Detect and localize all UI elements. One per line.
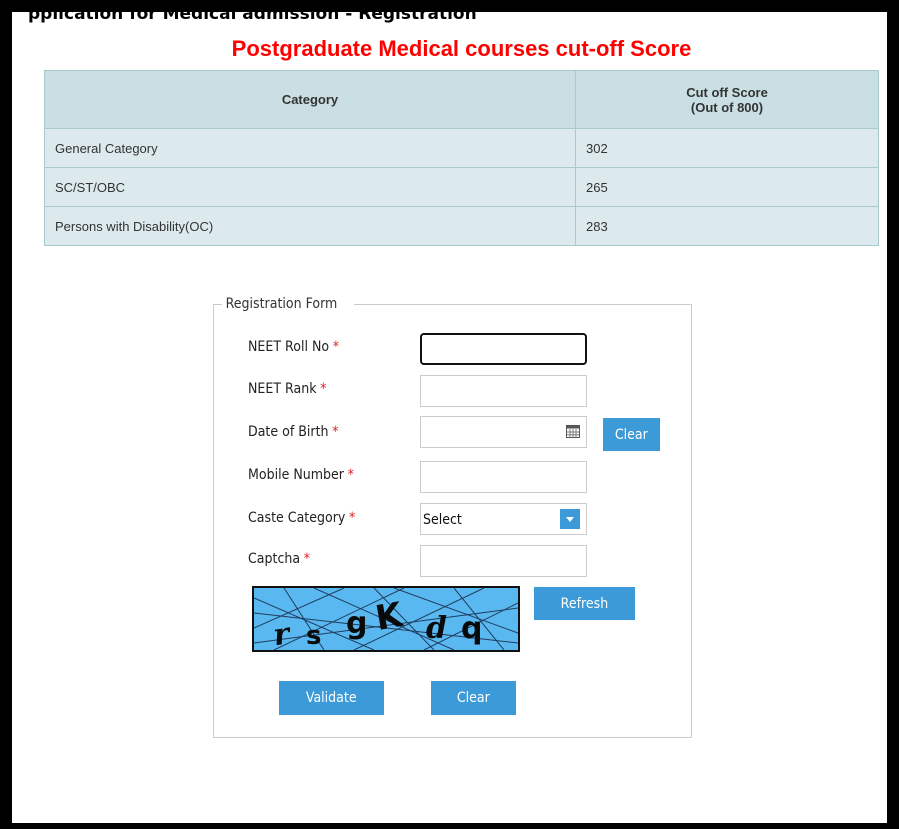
calendar-icon[interactable] — [566, 424, 580, 438]
dob-clear-button[interactable]: Clear — [603, 418, 660, 451]
validate-label: Validate — [306, 690, 357, 706]
required-marker: * — [332, 339, 339, 355]
score-column-header: Cut off Score (Out of 800) — [575, 70, 879, 129]
captcha-char-6: q — [461, 611, 482, 646]
chevron-down-icon[interactable] — [560, 509, 580, 529]
roll-no-label-text: NEET Roll No — [248, 339, 330, 355]
cropped-page-heading: pplication for Medical admission - Regis… — [28, 4, 477, 24]
table-row: General Category 302 — [44, 128, 879, 168]
captcha-label-text: Captcha — [248, 551, 301, 567]
captcha-char-4: K — [373, 595, 408, 639]
required-marker: * — [332, 424, 339, 440]
required-marker: * — [348, 510, 356, 526]
score-cell: 302 — [575, 128, 879, 168]
captcha-image: r s g K d q — [252, 586, 520, 652]
caste-label-text: Caste Category — [248, 510, 346, 526]
caste-label: Caste Category * — [248, 510, 355, 526]
required-marker: * — [347, 467, 354, 483]
required-marker: * — [303, 551, 311, 567]
captcha-label: Captcha * — [248, 551, 310, 567]
neet-roll-no-input[interactable] — [420, 333, 587, 365]
score-header-line2: (Out of 800) — [690, 99, 764, 115]
score-cell: 265 — [575, 167, 879, 207]
table-row: Persons with Disability(OC) 283 — [44, 206, 879, 246]
captcha-char-5: d — [426, 611, 447, 646]
captcha-char-1: r — [271, 616, 294, 650]
captcha-char-2: s — [306, 621, 321, 650]
caste-category-select[interactable]: Select — [420, 503, 587, 535]
date-of-birth-input[interactable] — [420, 416, 587, 448]
table-header-row: Category Cut off Score (Out of 800) — [44, 70, 879, 129]
caste-selected-value: Select — [423, 512, 462, 528]
clear-label: Clear — [457, 690, 490, 706]
dob-label: Date of Birth * — [248, 424, 338, 440]
registration-form-legend: Registration Form — [225, 296, 338, 312]
refresh-label: Refresh — [560, 595, 609, 612]
neet-rank-input[interactable] — [420, 375, 587, 407]
captcha-input[interactable] — [420, 545, 587, 577]
rank-label-text: NEET Rank — [248, 381, 317, 397]
captcha-text: r s g K d q — [271, 595, 482, 650]
roll-no-label: NEET Roll No * — [248, 339, 339, 355]
dob-clear-label: Clear — [615, 426, 648, 443]
page-title: Postgraduate Medical courses cut-off Sco… — [231, 36, 692, 61]
table-row: SC/ST/OBC 265 — [44, 167, 879, 207]
category-column-header: Category — [44, 70, 576, 129]
dob-label-text: Date of Birth — [248, 424, 329, 440]
category-cell: Persons with Disability(OC) — [44, 206, 576, 246]
score-cell: 283 — [575, 206, 879, 246]
validate-button[interactable]: Validate — [279, 681, 384, 715]
mobile-label-text: Mobile Number — [248, 467, 344, 483]
cutoff-score-table: Category Cut off Score (Out of 800) Gene… — [44, 70, 879, 246]
refresh-captcha-button[interactable]: Refresh — [534, 587, 635, 620]
score-header-line1: Cut off Score — [686, 84, 768, 100]
required-marker: * — [320, 381, 327, 397]
clear-button[interactable]: Clear — [431, 681, 516, 715]
category-cell: General Category — [44, 128, 576, 168]
mobile-label: Mobile Number * — [248, 467, 354, 483]
rank-label: NEET Rank * — [248, 381, 326, 397]
mobile-number-input[interactable] — [420, 461, 587, 493]
captcha-char-3: g — [346, 606, 367, 641]
category-cell: SC/ST/OBC — [44, 167, 576, 207]
